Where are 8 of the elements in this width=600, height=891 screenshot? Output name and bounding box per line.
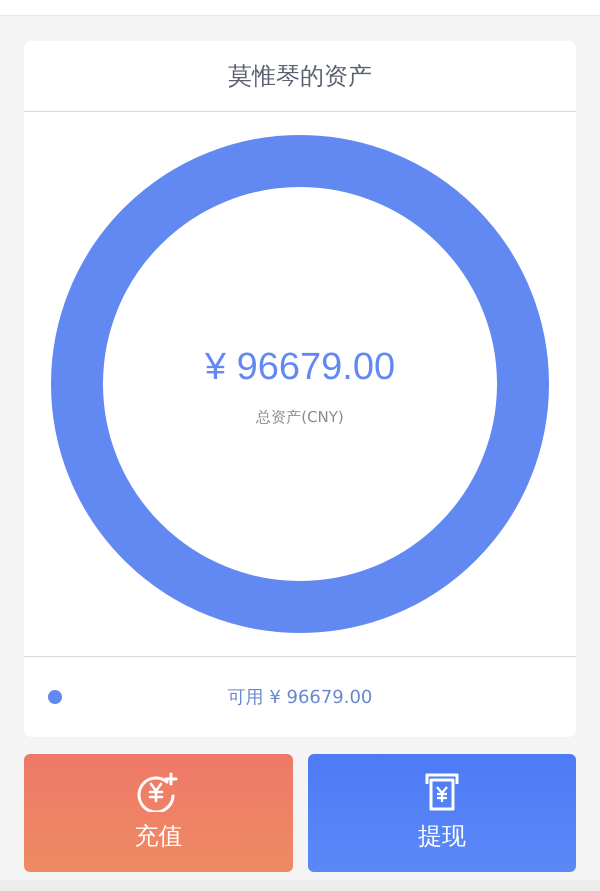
card-title: 莫惟琴的资产 <box>24 41 576 112</box>
legend-label: 可用 ¥ 96679.00 <box>228 686 372 710</box>
yen-box-icon <box>424 772 460 812</box>
yen-plus-icon <box>137 772 180 812</box>
recharge-button[interactable]: 充值 <box>24 754 292 872</box>
withdraw-button[interactable]: 提现 <box>308 754 576 872</box>
total-label: 总资产(CNY) <box>256 407 344 428</box>
total-amount: ¥ 96679.00 <box>204 345 396 390</box>
